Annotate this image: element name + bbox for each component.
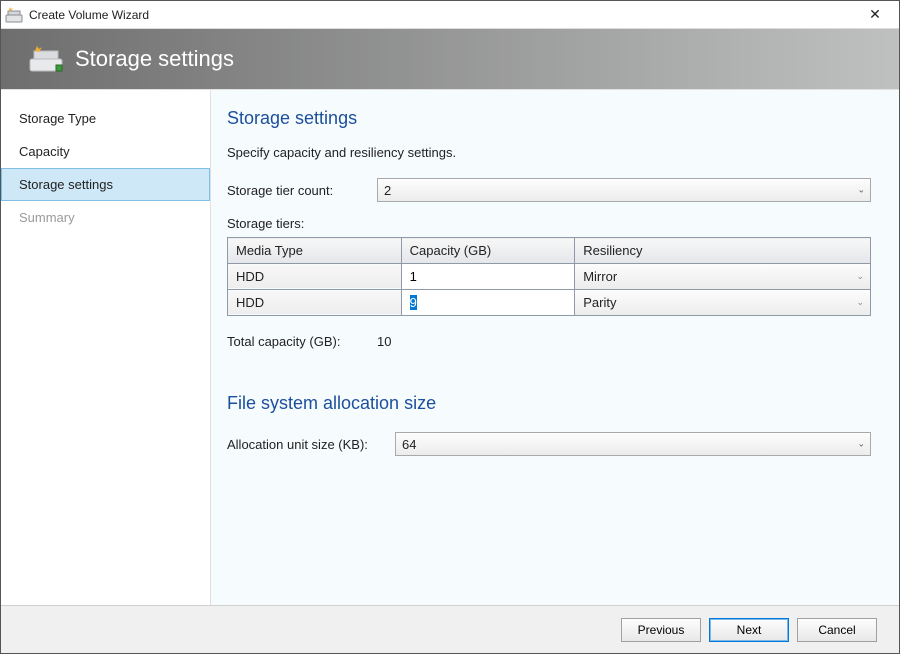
- volume-wizard-icon: [5, 6, 23, 24]
- sidebar-item-label: Storage settings: [19, 177, 113, 192]
- banner-title: Storage settings: [75, 46, 234, 72]
- capacity-input[interactable]: [402, 264, 575, 289]
- tiers-table: Media Type Capacity (GB) Resiliency HDD …: [227, 237, 871, 316]
- section-description: Specify capacity and resiliency settings…: [227, 145, 871, 160]
- tier-count-row: Storage tier count: 2 ⌄: [227, 178, 871, 202]
- tier-count-dropdown[interactable]: 2 ⌄: [377, 178, 871, 202]
- tiers-label: Storage tiers:: [227, 216, 871, 231]
- resiliency-dropdown[interactable]: Parity ⌄: [575, 290, 870, 315]
- sidebar-item-capacity[interactable]: Capacity: [1, 135, 210, 168]
- sidebar-item-storage-type[interactable]: Storage Type: [1, 102, 210, 135]
- close-icon: ✕: [869, 6, 881, 23]
- window-title: Create Volume Wizard: [29, 8, 855, 22]
- tier-count-value: 2: [384, 183, 391, 198]
- wizard-body: Storage Type Capacity Storage settings S…: [1, 89, 899, 605]
- total-capacity-value: 10: [377, 334, 391, 349]
- sidebar-item-label: Summary: [19, 210, 75, 225]
- close-button[interactable]: ✕: [855, 1, 895, 28]
- sidebar: Storage Type Capacity Storage settings S…: [1, 90, 211, 605]
- allocation-dropdown[interactable]: 64 ⌄: [395, 432, 871, 456]
- next-button[interactable]: Next: [709, 618, 789, 642]
- resiliency-value: Parity: [583, 295, 616, 310]
- sidebar-item-storage-settings[interactable]: Storage settings: [1, 168, 210, 201]
- section-title-allocation: File system allocation size: [227, 393, 871, 414]
- cancel-button[interactable]: Cancel: [797, 618, 877, 642]
- footer: Previous Next Cancel: [1, 605, 899, 653]
- tier-count-label: Storage tier count:: [227, 183, 377, 198]
- total-capacity-row: Total capacity (GB): 10: [227, 334, 871, 349]
- resiliency-value: Mirror: [583, 269, 617, 284]
- allocation-value: 64: [402, 437, 416, 452]
- chevron-down-icon: ⌄: [856, 271, 864, 282]
- col-media-type: Media Type: [228, 238, 402, 264]
- resiliency-dropdown[interactable]: Mirror ⌄: [575, 264, 870, 289]
- content-pane: Storage settings Specify capacity and re…: [211, 90, 899, 605]
- allocation-label: Allocation unit size (KB):: [227, 437, 395, 452]
- sidebar-item-summary: Summary: [1, 201, 210, 234]
- wizard-window: Create Volume Wizard ✕ Storage settings …: [0, 0, 900, 654]
- media-type-cell: HDD: [228, 265, 401, 288]
- chevron-down-icon: ⌄: [856, 297, 864, 308]
- allocation-row: Allocation unit size (KB): 64 ⌄: [227, 432, 871, 456]
- media-type-cell: HDD: [228, 291, 401, 314]
- sidebar-item-label: Capacity: [19, 144, 70, 159]
- titlebar: Create Volume Wizard ✕: [1, 1, 899, 29]
- chevron-down-icon: ⌄: [857, 439, 865, 450]
- table-row: HDD Mirror ⌄: [228, 264, 871, 290]
- total-capacity-label: Total capacity (GB):: [227, 334, 377, 349]
- table-row: HDD Parity ⌄: [228, 290, 871, 316]
- storage-icon: [29, 45, 63, 73]
- section-title-storage: Storage settings: [227, 108, 871, 129]
- previous-button[interactable]: Previous: [621, 618, 701, 642]
- banner: Storage settings: [1, 29, 899, 89]
- col-resiliency: Resiliency: [575, 238, 871, 264]
- capacity-input[interactable]: [402, 290, 575, 315]
- chevron-down-icon: ⌄: [857, 185, 865, 196]
- col-capacity: Capacity (GB): [401, 238, 575, 264]
- sidebar-item-label: Storage Type: [19, 111, 96, 126]
